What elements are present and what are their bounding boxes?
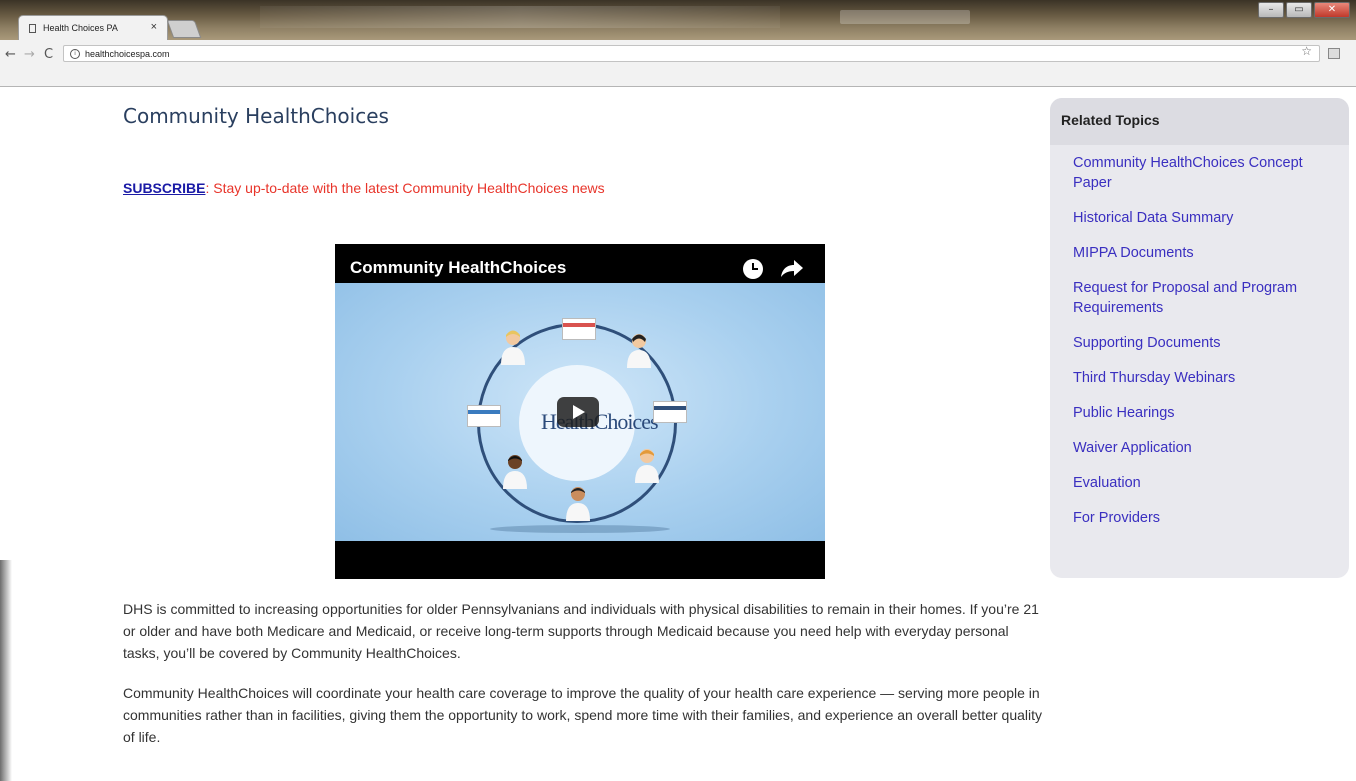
medicaid-card bbox=[653, 401, 687, 423]
background-window-blur bbox=[260, 6, 780, 28]
browser-toolbar: ← → C i healthchoicespa.com ☆ bbox=[0, 40, 1356, 87]
address-bar[interactable]: i healthchoicespa.com bbox=[63, 45, 1320, 62]
share-icon[interactable] bbox=[780, 257, 804, 279]
related-link-supporting-docs[interactable]: Supporting Documents bbox=[1073, 333, 1343, 353]
related-topics-heading: Related Topics bbox=[1050, 98, 1349, 145]
related-topics-list: Community HealthChoices Concept Paper Hi… bbox=[1050, 145, 1349, 528]
extension-icon[interactable] bbox=[1328, 48, 1340, 59]
tab-title: Health Choices PA bbox=[43, 23, 118, 33]
info-icon[interactable]: i bbox=[70, 48, 80, 59]
forward-icon[interactable]: → bbox=[24, 47, 35, 62]
related-link-waiver[interactable]: Waiver Application bbox=[1073, 438, 1343, 458]
subscribe-link[interactable]: SUBSCRIBE bbox=[123, 180, 205, 196]
page-title: Community HealthChoices bbox=[123, 104, 389, 128]
page-icon bbox=[29, 23, 36, 33]
related-link-public-hearings[interactable]: Public Hearings bbox=[1073, 403, 1343, 423]
related-link-mippa[interactable]: MIPPA Documents bbox=[1073, 243, 1343, 263]
person-icon bbox=[635, 449, 659, 483]
tab-close-icon[interactable]: × bbox=[151, 21, 157, 33]
subscribe-line: SUBSCRIBE: Stay up-to-date with the late… bbox=[123, 180, 605, 196]
url-text: healthchoicespa.com bbox=[85, 48, 170, 59]
person-icon bbox=[566, 487, 590, 521]
maximize-button[interactable]: ▭ bbox=[1286, 2, 1312, 18]
desktop-background: – ▭ ✕ bbox=[0, 0, 1356, 40]
coordination-paragraph: Community HealthChoices will coordinate … bbox=[123, 685, 1043, 745]
medicare-card bbox=[467, 405, 501, 427]
bookmark-star-icon[interactable]: ☆ bbox=[1301, 44, 1312, 58]
reload-icon[interactable]: C bbox=[44, 47, 53, 62]
related-topics-panel: Related Topics Community HealthChoices C… bbox=[1050, 98, 1349, 578]
related-link-providers[interactable]: For Providers bbox=[1073, 508, 1343, 528]
person-icon bbox=[627, 334, 651, 368]
video-thumbnail[interactable]: HealthChoices bbox=[335, 283, 825, 541]
person-icon bbox=[503, 455, 527, 489]
watch-later-icon[interactable] bbox=[743, 259, 763, 279]
video-title[interactable]: Community HealthChoices bbox=[350, 258, 566, 278]
minimize-button[interactable]: – bbox=[1258, 2, 1284, 18]
close-window-button[interactable]: ✕ bbox=[1314, 2, 1350, 18]
video-player[interactable]: Community HealthChoices HealthChoices bbox=[335, 244, 825, 579]
window-controls: – ▭ ✕ bbox=[1258, 2, 1350, 18]
related-link-rfp[interactable]: Request for Proposal and Program Require… bbox=[1073, 278, 1343, 318]
related-link-historical-data[interactable]: Historical Data Summary bbox=[1073, 208, 1343, 228]
subscribe-text: : Stay up-to-date with the latest Commun… bbox=[205, 180, 605, 196]
ring-shadow bbox=[490, 525, 670, 533]
background-window-blur bbox=[840, 10, 970, 24]
insurance-card bbox=[562, 318, 596, 340]
related-link-evaluation[interactable]: Evaluation bbox=[1073, 473, 1343, 493]
related-link-webinars[interactable]: Third Thursday Webinars bbox=[1073, 368, 1343, 388]
window-edge-shadow bbox=[0, 560, 12, 781]
related-link-concept-paper[interactable]: Community HealthChoices Concept Paper bbox=[1073, 153, 1343, 193]
back-icon[interactable]: ← bbox=[5, 47, 16, 62]
intro-paragraph: DHS is committed to increasing opportuni… bbox=[123, 601, 1039, 661]
browser-tab[interactable]: Health Choices PA × bbox=[18, 15, 168, 40]
play-button[interactable] bbox=[557, 397, 599, 427]
person-icon bbox=[501, 330, 525, 365]
